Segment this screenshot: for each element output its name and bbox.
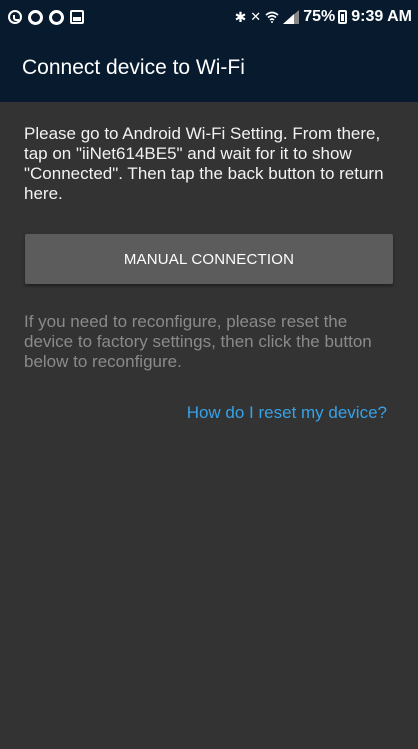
manual-connection-button[interactable]: MANUAL CONNECTION [25, 234, 393, 284]
signal-icon [283, 10, 300, 24]
ring-icon [49, 9, 64, 25]
status-bar: ✱ ✕ 75% 9:39 AM [0, 0, 418, 34]
reconfigure-text: If you need to reconfigure, please reset… [24, 312, 372, 371]
page-title: Connect device to Wi-Fi [22, 56, 245, 79]
mute-icon: ✕ [250, 9, 262, 24]
clock: 9:39 AM [351, 8, 412, 25]
app-bar: Connect device to Wi-Fi [0, 34, 418, 102]
instructions-text: Please go to Android Wi-Fi Setting. From… [24, 124, 384, 203]
battery-percentage: 75% [303, 8, 336, 25]
main-content: Please go to Android Wi-Fi Setting. From… [0, 102, 418, 749]
status-right-icons: ✱ ✕ 75% 9:39 AM [231, 8, 412, 26]
ring-icon [28, 9, 43, 25]
reset-device-link[interactable]: How do I reset my device? [187, 403, 387, 423]
gallery-icon [70, 10, 84, 24]
wifi-icon [265, 11, 279, 23]
whatsapp-icon [8, 10, 22, 24]
battery-icon [338, 10, 348, 24]
status-left-icons [8, 9, 90, 25]
bluetooth-icon: ✱ [234, 8, 247, 25]
